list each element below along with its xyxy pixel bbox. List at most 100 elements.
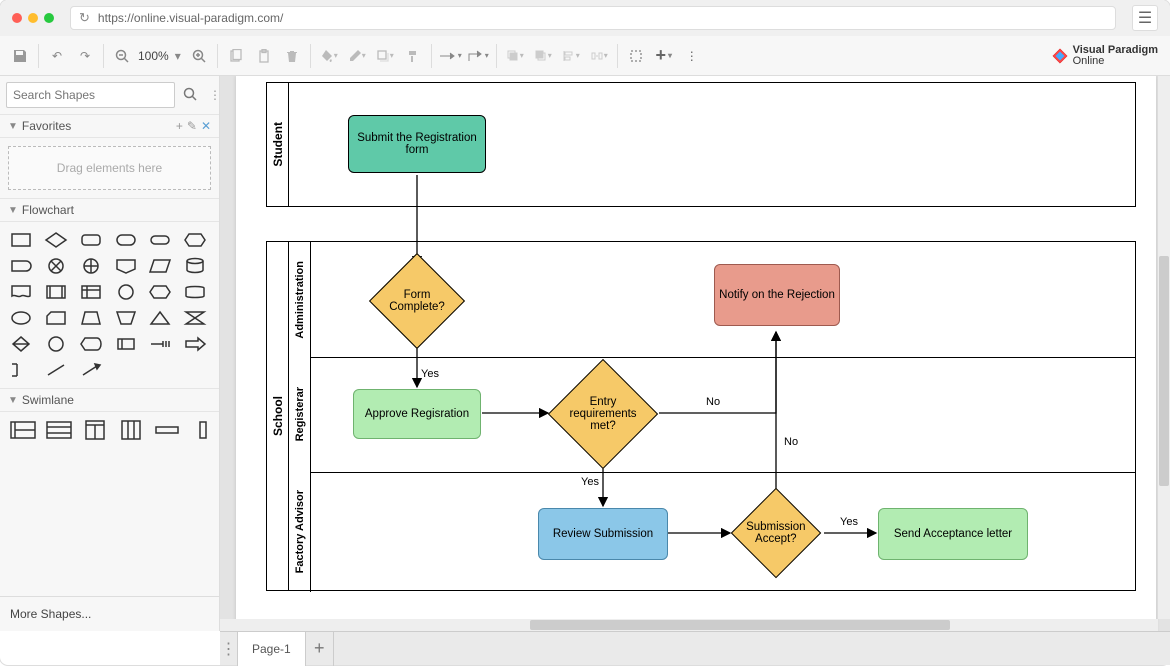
shape-pill-icon[interactable] <box>8 256 34 276</box>
shape-predefined-icon[interactable] <box>43 282 69 302</box>
search-shapes-input[interactable] <box>6 82 175 108</box>
node-send-acceptance[interactable]: Send Acceptance letter <box>878 508 1028 560</box>
url-bar[interactable]: ↻ https://online.visual-paradigm.com/ <box>70 6 1116 30</box>
shape-hexagon-icon[interactable] <box>182 230 208 250</box>
diagram-paper[interactable]: Student School Administration Registerar <box>236 76 1156 631</box>
shape-ellipse-icon[interactable] <box>8 308 34 328</box>
shape-bracket-icon[interactable] <box>8 360 34 380</box>
shape-connector-icon[interactable] <box>43 334 69 354</box>
shape-rounded-icon[interactable] <box>78 230 104 250</box>
copy-icon[interactable] <box>222 42 250 70</box>
favorites-drop-zone[interactable]: Drag elements here <box>8 146 211 190</box>
lane-registrar-header[interactable]: Registerar <box>289 357 311 472</box>
edge-label-no: No <box>784 436 798 448</box>
zoom-out-icon[interactable] <box>108 42 136 70</box>
more-icon[interactable]: ⋮ <box>678 42 706 70</box>
selection-icon[interactable] <box>622 42 650 70</box>
shape-doc-icon[interactable] <box>8 282 34 302</box>
maximize-window-icon[interactable] <box>44 13 54 23</box>
shape-cylinder-icon[interactable] <box>182 256 208 276</box>
shape-rect-icon[interactable] <box>8 230 34 250</box>
shape-merge-icon[interactable] <box>147 334 173 354</box>
node-submit[interactable]: Submit the Registration form <box>348 115 486 173</box>
shape-card-icon[interactable] <box>43 308 69 328</box>
shape-arrowline-icon[interactable] <box>78 360 104 380</box>
shape-circle-icon[interactable] <box>113 282 139 302</box>
refresh-icon[interactable]: ↻ <box>79 10 90 26</box>
node-review[interactable]: Review Submission <box>538 508 668 560</box>
align-icon[interactable]: ▾ <box>557 42 585 70</box>
shape-loop-icon[interactable] <box>147 282 173 302</box>
redo-icon[interactable]: ↷ <box>71 42 99 70</box>
scrollbar-thumb[interactable] <box>1159 256 1169 486</box>
add-favorite-icon[interactable]: + <box>176 119 183 133</box>
swimlane-lane-h-icon[interactable] <box>154 420 180 440</box>
add-page-icon[interactable]: + <box>306 632 334 666</box>
shape-diamond-icon[interactable] <box>43 230 69 250</box>
shape-triangle-icon[interactable] <box>147 308 173 328</box>
lane-separator <box>311 357 1135 358</box>
canvas-viewport[interactable]: Student School Administration Registerar <box>220 76 1170 631</box>
shape-arrow-icon[interactable] <box>182 334 208 354</box>
shape-offpage-icon[interactable] <box>113 256 139 276</box>
pencil-icon[interactable]: ▾ <box>343 42 371 70</box>
format-paint-icon[interactable] <box>399 42 427 70</box>
zoom-dropdown-icon[interactable]: ▾ <box>171 42 185 70</box>
shape-sort-icon[interactable] <box>8 334 34 354</box>
node-notify[interactable]: Notify on the Rejection <box>714 264 840 326</box>
flowchart-panel-header[interactable]: ▼ Flowchart <box>0 198 219 222</box>
node-approve[interactable]: Approve Regisration <box>353 389 481 439</box>
horizontal-scrollbar[interactable] <box>220 619 1158 631</box>
lane-admin-header[interactable]: Administration <box>289 242 311 357</box>
swimlane-lane-v-icon[interactable] <box>190 420 216 440</box>
pool-school-header[interactable]: School <box>267 242 289 590</box>
tab-menu-icon[interactable]: ⋮ <box>220 632 238 666</box>
shape-plus-circle-icon[interactable] <box>78 256 104 276</box>
swimlane-v2-icon[interactable] <box>118 420 144 440</box>
swimlane-v1-icon[interactable] <box>82 420 108 440</box>
bring-front-icon[interactable]: ▾ <box>501 42 529 70</box>
shape-terminator-icon[interactable] <box>113 230 139 250</box>
shape-trapezoid-icon[interactable] <box>78 308 104 328</box>
fill-icon[interactable]: ▾ <box>315 42 343 70</box>
shape-display-icon[interactable] <box>78 334 104 354</box>
minimize-window-icon[interactable] <box>28 13 38 23</box>
close-favorite-icon[interactable]: ✕ <box>201 119 211 133</box>
shape-stadium-icon[interactable] <box>147 230 173 250</box>
paste-icon[interactable] <box>250 42 278 70</box>
swimlane-h1-icon[interactable] <box>10 420 36 440</box>
shape-line-icon[interactable] <box>43 360 69 380</box>
scrollbar-thumb[interactable] <box>530 620 950 630</box>
shadow-icon[interactable]: ▾ <box>371 42 399 70</box>
shape-trapezoid2-icon[interactable] <box>113 308 139 328</box>
add-icon[interactable]: +▾ <box>650 42 678 70</box>
swimlane-h2-icon[interactable] <box>46 420 72 440</box>
zoom-level[interactable]: 100% <box>136 49 171 63</box>
pool-student-header[interactable]: Student <box>267 83 289 206</box>
favorites-panel-header[interactable]: ▼ Favorites + ✎ ✕ <box>0 114 219 138</box>
connector-elbow-icon[interactable]: ▾ <box>464 42 492 70</box>
edit-favorite-icon[interactable]: ✎ <box>187 119 197 133</box>
zoom-in-icon[interactable] <box>185 42 213 70</box>
vertical-scrollbar[interactable] <box>1158 76 1170 619</box>
connector-straight-icon[interactable]: ▾ <box>436 42 464 70</box>
shape-crossed-circle-icon[interactable] <box>43 256 69 276</box>
lane-advisor-header[interactable]: Factory Advisor <box>289 472 311 592</box>
more-shapes-link[interactable]: More Shapes... <box>0 596 219 631</box>
window-controls[interactable] <box>12 13 54 23</box>
save-icon[interactable] <box>6 42 34 70</box>
shape-stored-icon[interactable] <box>113 334 139 354</box>
distribute-icon[interactable]: ▾ <box>585 42 613 70</box>
send-back-icon[interactable]: ▾ <box>529 42 557 70</box>
swimlane-panel-header[interactable]: ▼ Swimlane <box>0 388 219 412</box>
shape-internal-icon[interactable] <box>78 282 104 302</box>
search-icon[interactable] <box>179 83 201 108</box>
delete-icon[interactable] <box>278 42 306 70</box>
menu-icon[interactable]: ☰ <box>1132 5 1158 31</box>
close-window-icon[interactable] <box>12 13 22 23</box>
shape-parallelogram-icon[interactable] <box>147 256 173 276</box>
shape-collate-icon[interactable] <box>182 308 208 328</box>
shape-curved-rect-icon[interactable] <box>182 282 208 302</box>
undo-icon[interactable]: ↶ <box>43 42 71 70</box>
tab-page-1[interactable]: Page-1 <box>238 632 306 666</box>
